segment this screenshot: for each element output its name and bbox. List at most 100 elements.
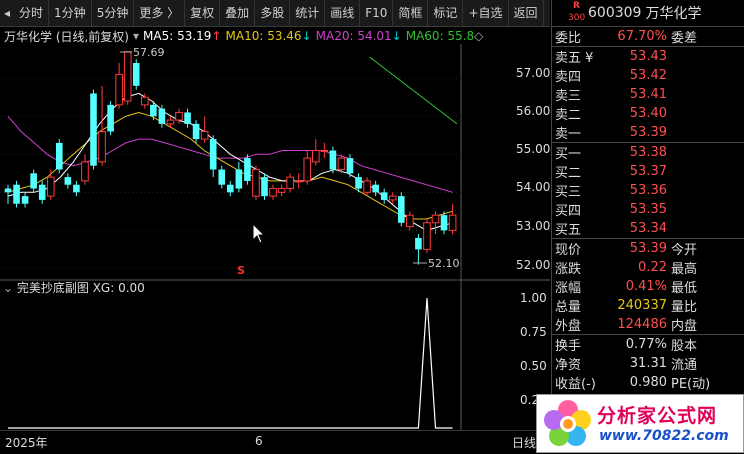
ma60-value: MA60: 55.8 xyxy=(405,29,475,43)
candle xyxy=(372,180,379,197)
candle-body xyxy=(440,215,448,231)
candle-body xyxy=(115,73,123,106)
candle xyxy=(4,184,12,204)
candlestick-chart[interactable]: 57.00 56.00 55.00 54.00 53.00 52.00 1.00… xyxy=(0,44,550,430)
price-grid xyxy=(0,77,461,269)
toolbar-menu-icon[interactable]: ◂ xyxy=(0,0,14,26)
stock-header: R 300 600309 万华化学 xyxy=(552,0,744,27)
toolbar-item-add-watchlist[interactable]: +自选 xyxy=(463,0,509,26)
candle-body xyxy=(277,188,286,193)
toolbar-item-1min[interactable]: 1分钟 xyxy=(49,0,92,26)
candle xyxy=(175,108,183,124)
toolbar-item-overlay[interactable]: 叠加 xyxy=(220,0,256,26)
toolbar-item-timeshare[interactable]: 分时 xyxy=(14,0,50,26)
candle-body xyxy=(158,108,166,124)
ask-row[interactable]: 卖五 ¥ 53.43 xyxy=(552,47,744,66)
bid-price: 53.36 xyxy=(629,183,667,198)
toolbar-item-restore-right[interactable]: 复权 xyxy=(185,0,221,26)
candle-body xyxy=(286,176,294,190)
candle xyxy=(227,180,234,197)
stat-label: 总量 xyxy=(555,300,582,315)
quote-panel: R 300 600309 万华化学 委比 67.70% 委差 卖五 ¥ 53.43… xyxy=(551,0,744,453)
toolbar-item-more[interactable]: 更多 〉 xyxy=(134,0,186,26)
ask-row[interactable]: 卖三 53.41 xyxy=(552,85,744,104)
candle-body xyxy=(4,188,12,193)
toolbar-item-draw-line[interactable]: 画线 xyxy=(325,0,361,26)
weibi-row: 委比 67.70% 委差 xyxy=(552,27,744,46)
candle xyxy=(218,165,226,189)
stat-row: 现价 53.39 今开 xyxy=(552,239,744,258)
sub-tick: 0.50 xyxy=(520,359,547,373)
candle xyxy=(107,101,114,136)
candle xyxy=(73,180,80,197)
stat-row: 收益(-) 0.980 PE(动) xyxy=(552,373,744,392)
chevron-down-icon[interactable]: ⌄ xyxy=(3,281,13,295)
ask-row[interactable]: 卖二 53.40 xyxy=(552,104,744,123)
candle-body xyxy=(372,184,379,193)
candle xyxy=(30,169,37,193)
bid-row[interactable]: 买一 53.38 xyxy=(552,143,744,162)
candle-body xyxy=(346,158,354,174)
candle-body xyxy=(175,111,183,121)
candle-body xyxy=(244,158,251,181)
candle-body xyxy=(431,214,440,224)
candle-body xyxy=(107,104,114,132)
toolbar-item-mark[interactable]: 标记 xyxy=(428,0,464,26)
candle xyxy=(329,146,337,174)
flower-logo-icon xyxy=(544,400,591,446)
candle xyxy=(252,165,260,200)
stat-label-right: 量比 xyxy=(671,300,698,315)
toolbar-item-statistics[interactable]: 统计 xyxy=(290,0,326,26)
chevron-down-icon[interactable]: ▾ xyxy=(133,29,139,43)
bid-row[interactable]: 买三 53.36 xyxy=(552,181,744,200)
candle xyxy=(209,135,217,178)
toolbar-item-back[interactable]: 返回 xyxy=(509,0,544,26)
time-label-month: 6 xyxy=(255,434,263,448)
candle-body xyxy=(415,237,422,250)
bid-book: 买一 53.38 买二 53.37 买三 53.36 买四 53.35 买五 53.34 xyxy=(552,143,744,238)
candle-body xyxy=(132,63,140,86)
candle-body xyxy=(98,130,106,163)
badge-r: R xyxy=(573,1,580,11)
candle-body xyxy=(406,214,414,228)
candle-body xyxy=(355,177,362,189)
xg-line xyxy=(8,297,453,429)
candle-body xyxy=(90,93,97,166)
period-label[interactable]: 日线 xyxy=(512,434,536,451)
candle xyxy=(235,161,243,193)
toolbar-item-5min[interactable]: 5分钟 xyxy=(92,0,135,26)
toolbar: ◂ 分时 1分钟 5分钟 更多 〉 复权 叠加 多股 统计 画线 F10 简框 … xyxy=(0,0,550,27)
toolbar-item-simple-frame[interactable]: 简框 xyxy=(393,0,429,26)
candle xyxy=(98,85,106,166)
ask-row[interactable]: 卖四 53.42 xyxy=(552,66,744,85)
candle xyxy=(261,173,268,200)
price-tick: 52.00 xyxy=(516,258,550,272)
ma20-arrow-icon: ↓ xyxy=(391,29,402,43)
stat-row: 涨幅 0.41% 最低 xyxy=(552,277,744,296)
ask-price: 53.40 xyxy=(629,106,667,121)
diamond-icon[interactable]: ◇ xyxy=(474,29,483,43)
bid-row[interactable]: 买四 53.35 xyxy=(552,200,744,219)
candle xyxy=(320,142,329,159)
candle-body xyxy=(269,188,277,197)
bid-label: 买五 xyxy=(555,223,582,238)
candle xyxy=(380,188,388,204)
candle-body xyxy=(141,96,149,106)
toolbar-item-multi-stock[interactable]: 多股 xyxy=(255,0,291,26)
candle-body xyxy=(184,112,191,124)
candle-body xyxy=(166,119,175,125)
ma10-arrow-icon: ↓ xyxy=(301,29,312,43)
ask-label: 卖二 xyxy=(555,108,582,123)
candle xyxy=(21,192,29,208)
toolbar-item-f10[interactable]: F10 xyxy=(360,0,394,26)
sub-tick: 1.00 xyxy=(520,291,547,305)
bid-row[interactable]: 买二 53.37 xyxy=(552,162,744,181)
candle-body xyxy=(150,104,157,117)
ask-row[interactable]: 卖一 53.39 xyxy=(552,123,744,142)
candle xyxy=(46,169,55,200)
high-annotation: 57.69 xyxy=(133,46,165,59)
bid-label: 买四 xyxy=(555,204,582,219)
watermark-logo: 分析家公式网 www.70822.com xyxy=(536,394,744,453)
bid-row[interactable]: 买五 53.34 xyxy=(552,219,744,238)
candle xyxy=(406,211,414,231)
